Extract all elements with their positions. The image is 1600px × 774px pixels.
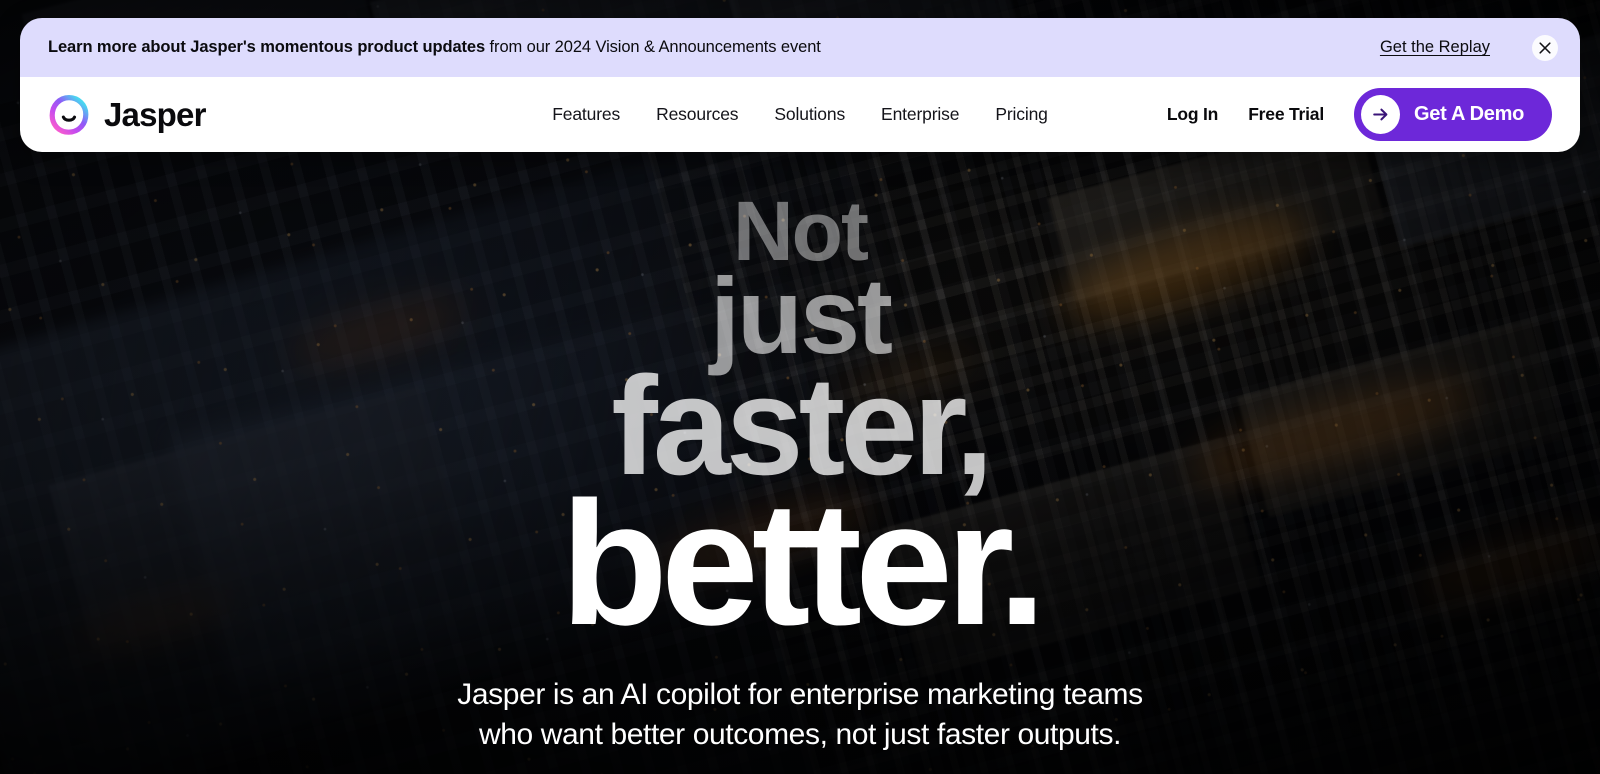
log-in-link[interactable]: Log In	[1167, 104, 1218, 125]
close-icon	[1539, 41, 1551, 54]
nav-link-enterprise[interactable]: Enterprise	[881, 104, 959, 125]
announcement-banner-actions: Get the Replay	[1380, 34, 1558, 61]
close-banner-button[interactable]	[1532, 34, 1558, 61]
nav-link-solutions[interactable]: Solutions	[774, 104, 845, 125]
header-card: Learn more about Jasper's momentous prod…	[20, 18, 1580, 152]
get-the-replay-link[interactable]: Get the Replay	[1380, 38, 1490, 57]
jasper-logo-icon	[48, 94, 90, 136]
announcement-text: Learn more about Jasper's momentous prod…	[48, 38, 821, 57]
brand-home-link[interactable]: Jasper	[48, 94, 206, 136]
primary-nav-links: Features Resources Solutions Enterprise …	[552, 104, 1048, 125]
announcement-text-bold: Learn more about Jasper's momentous prod…	[48, 38, 486, 56]
nav-actions: Log In Free Trial Get A Demo	[1167, 88, 1552, 141]
arrow-right-icon	[1361, 95, 1401, 134]
announcement-text-rest: from our 2024 Vision & Announcements eve…	[485, 38, 821, 56]
nav-link-features[interactable]: Features	[552, 104, 620, 125]
nav-link-resources[interactable]: Resources	[656, 104, 738, 125]
nav-link-pricing[interactable]: Pricing	[995, 104, 1048, 125]
main-navigation-bar: Jasper Features Resources Solutions Ente…	[20, 77, 1580, 152]
get-a-demo-button[interactable]: Get A Demo	[1354, 88, 1552, 141]
announcement-banner: Learn more about Jasper's momentous prod…	[20, 18, 1580, 77]
free-trial-link[interactable]: Free Trial	[1248, 104, 1324, 125]
get-a-demo-label: Get A Demo	[1414, 103, 1524, 125]
brand-name: Jasper	[104, 95, 206, 133]
